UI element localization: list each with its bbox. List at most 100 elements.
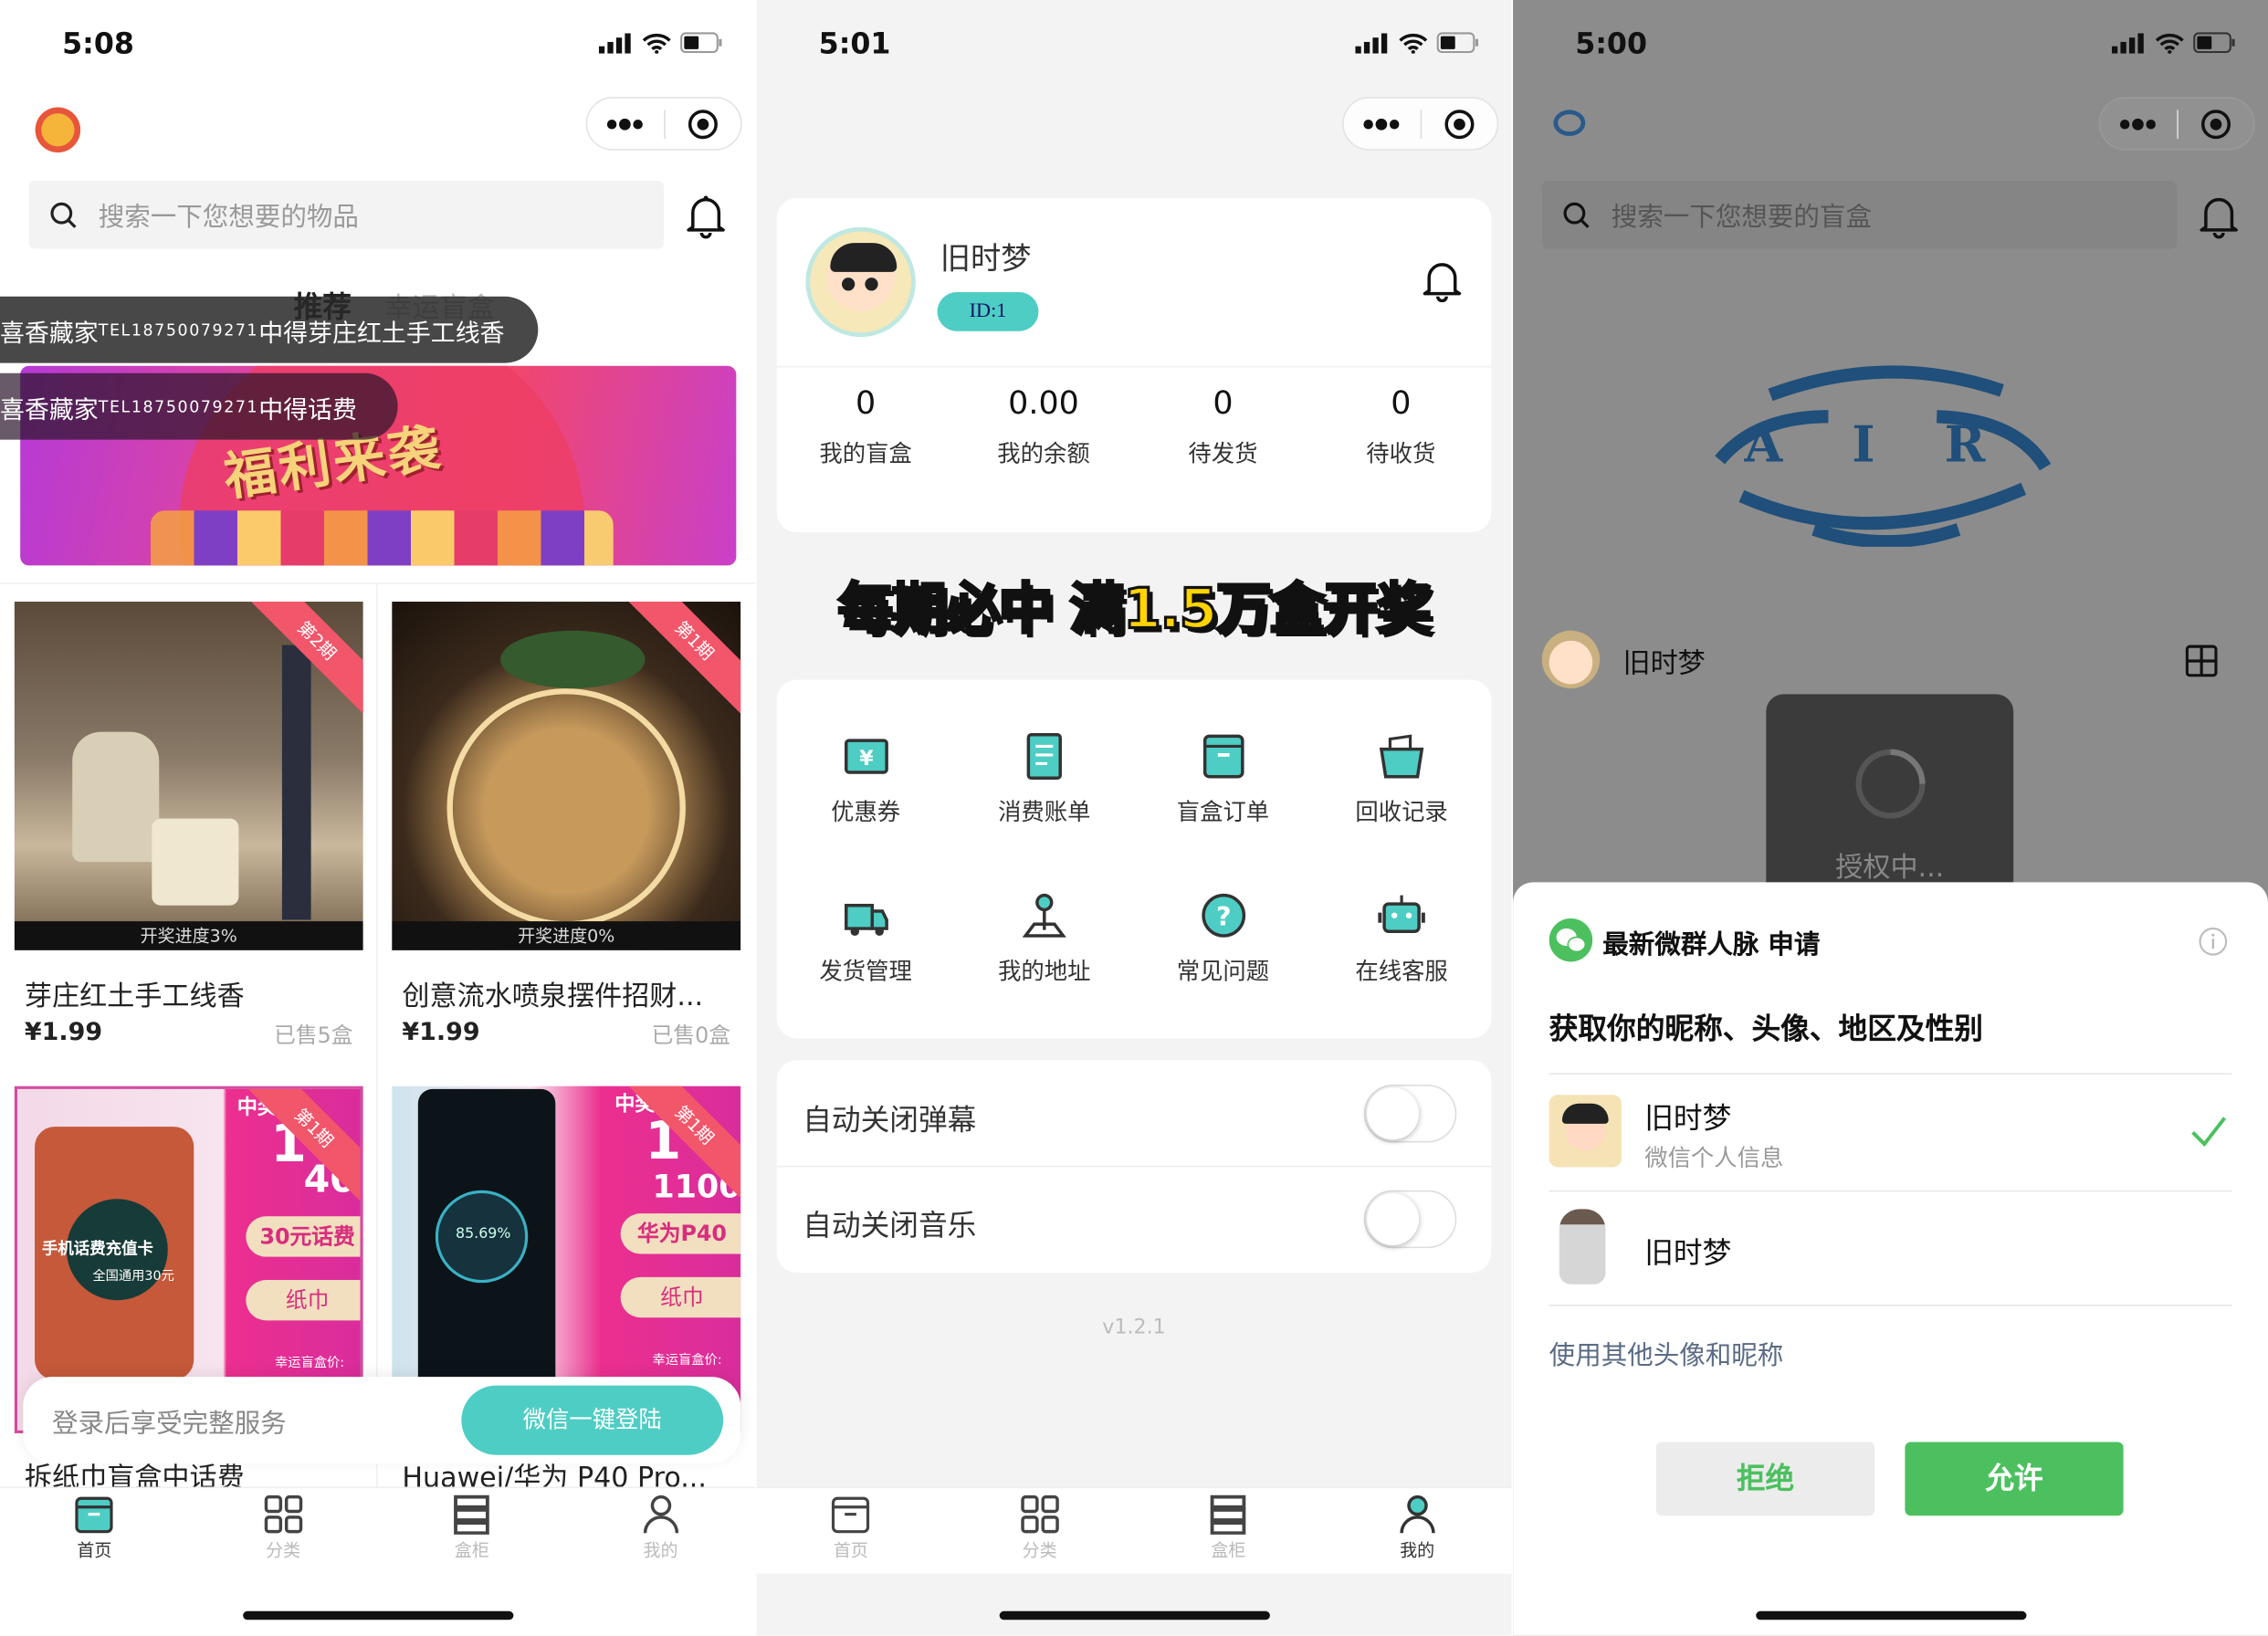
product-card[interactable]: 第2期 开奖进度3% 芽庄红土手工线香 ¥1.99 已售5盒	[14, 602, 363, 1064]
recycle-basket-icon	[1379, 734, 1424, 779]
search-placeholder: 搜索一下您想要的盲盒	[1611, 201, 1872, 233]
mini-program-capsule	[2098, 97, 2255, 151]
cabinet-icon	[1211, 1494, 1246, 1535]
profile-screen: 5:01 旧时梦 ID:1 0 我的盲盒 0.00 我的余额 0 待发货 0 待收货 每…	[756, 0, 1512, 1636]
more-icon[interactable]	[2100, 118, 2176, 130]
box-order-icon	[1202, 734, 1244, 779]
reject-button[interactable]: 拒绝	[1655, 1442, 1875, 1516]
menu-item-robot[interactable]: 在线客服	[1313, 891, 1491, 987]
option-name: 旧时梦	[1644, 1234, 1732, 1270]
robot-icon	[1378, 895, 1425, 933]
draw-progress: 开奖进度3%	[14, 921, 363, 950]
status-time: 5:08	[62, 26, 134, 61]
mini-program-capsule	[1342, 97, 1499, 151]
menu-item-coupon[interactable]: ¥ 优惠券	[777, 732, 955, 828]
battery-icon	[680, 32, 722, 54]
allow-button[interactable]: 允许	[1905, 1442, 2124, 1516]
stat-to-receive[interactable]: 0 待收货	[1312, 386, 1490, 468]
info-icon[interactable]	[2199, 927, 2228, 956]
menu-item-label: 常见问题	[1176, 957, 1270, 985]
version-label: v1.2.1	[1102, 1316, 1166, 1339]
user-avatar	[1541, 630, 1601, 689]
more-icon[interactable]	[1344, 118, 1420, 130]
profile-option-alt[interactable]: 旧时梦	[1513, 1191, 2268, 1305]
product-price: ¥1.99	[24, 1018, 103, 1047]
product-title: 创意流水喷泉摆件招财...	[402, 981, 704, 1012]
login-prompt: 登录后享受完整服务	[52, 1409, 287, 1440]
danmaku-toggle[interactable]	[1363, 1085, 1457, 1143]
menu-item-box-order[interactable]: 盲盒订单	[1134, 732, 1312, 828]
close-miniprogram-icon[interactable]	[1421, 108, 1496, 140]
close-miniprogram-icon[interactable]	[2178, 108, 2253, 140]
danmaku-2: 喜香藏家 TEL18750079271 中得话费	[0, 372, 398, 440]
menu-item-label: 盲盒订单	[1176, 798, 1270, 826]
music-toggle[interactable]	[1363, 1190, 1457, 1249]
avatar[interactable]	[805, 226, 916, 338]
tab-home[interactable]: 首页	[0, 1488, 189, 1573]
stat-balance[interactable]: 0.00 我的余额	[955, 386, 1133, 468]
bell-icon[interactable]	[684, 193, 728, 239]
user-icon	[1399, 1494, 1435, 1534]
menu-item-truck[interactable]: 发货管理	[777, 891, 955, 987]
product-sold: 已售0盒	[651, 1022, 731, 1049]
grid-icon[interactable]	[2185, 645, 2218, 677]
tab-mine[interactable]: 我的	[1323, 1488, 1512, 1573]
tab-category[interactable]: 分类	[945, 1488, 1134, 1573]
search-input[interactable]: 搜索一下您想要的盲盒	[1541, 181, 2178, 249]
status-icons	[1355, 32, 1479, 54]
search-icon	[50, 201, 77, 228]
app-logo	[28, 100, 88, 153]
user-name: 旧时梦	[1622, 647, 1706, 680]
tab-cabinet[interactable]: 盒柜	[377, 1488, 566, 1573]
status-icons	[2111, 32, 2236, 54]
coupon-icon: ¥	[844, 739, 888, 774]
tab-category[interactable]: 分类	[189, 1488, 378, 1573]
loading-toast: 授权中...	[1766, 694, 2014, 912]
setting-danmaku-label: 自动关闭弹幕	[803, 1102, 977, 1138]
app-name: 最新微群人脉 申请	[1602, 929, 1821, 960]
mini-program-capsule	[585, 97, 742, 151]
svg-text:¥: ¥	[858, 747, 873, 771]
wifi-icon	[2155, 33, 2184, 53]
setting-music-label: 自动关闭音乐	[803, 1207, 977, 1243]
menu-item-bill[interactable]: 消费账单	[955, 732, 1133, 828]
stat-to-ship[interactable]: 0 待发货	[1134, 386, 1312, 468]
settings-card: 自动关闭弹幕 自动关闭音乐	[776, 1060, 1492, 1274]
product-image: 第1期 开奖进度0%	[392, 602, 741, 950]
bell-icon[interactable]	[2197, 193, 2241, 239]
tab-cabinet[interactable]: 盒柜	[1134, 1488, 1323, 1573]
wechat-icon	[1549, 918, 1593, 962]
option-name: 旧时梦	[1644, 1100, 1732, 1136]
use-other-profile-link[interactable]: 使用其他头像和昵称	[1549, 1335, 1784, 1372]
permission-request: 获取你的昵称、头像、地区及性别	[1549, 1011, 1983, 1046]
menu-item-question[interactable]: ? 常见问题	[1134, 891, 1312, 987]
signal-icon	[1355, 32, 1388, 53]
profile-option-wechat[interactable]: 旧时梦 微信个人信息	[1513, 1075, 2268, 1190]
signal-icon	[2111, 32, 2144, 53]
truck-icon	[844, 903, 888, 936]
signal-icon	[598, 32, 631, 53]
search-placeholder: 搜索一下您想要的物品	[98, 201, 359, 233]
menu-item-location-pin[interactable]: 我的地址	[955, 891, 1133, 987]
close-miniprogram-icon[interactable]	[665, 108, 740, 140]
status-time: 5:01	[818, 26, 891, 61]
bill-icon	[1026, 733, 1062, 781]
more-icon[interactable]	[587, 118, 663, 130]
wifi-icon	[1399, 33, 1428, 53]
menu-item-recycle-basket[interactable]: 回收记录	[1313, 732, 1491, 828]
tab-mine[interactable]: 我的	[566, 1488, 755, 1573]
search-input[interactable]: 搜索一下您想要的物品	[28, 181, 665, 249]
stat-my-boxes[interactable]: 0 我的盲盒	[777, 386, 955, 468]
product-sold: 已售5盒	[274, 1022, 353, 1049]
bell-icon[interactable]	[1422, 259, 1462, 303]
status-icons	[598, 32, 723, 54]
spinner-icon	[1855, 749, 1926, 819]
air-logo: AIR	[1713, 359, 2053, 547]
battery-icon	[1436, 32, 1479, 54]
wechat-login-button[interactable]: 微信一键登陆	[461, 1385, 724, 1455]
home-indicator	[1756, 1610, 2027, 1620]
tab-home[interactable]: 首页	[757, 1488, 946, 1573]
product-card[interactable]: 第1期 开奖进度0% 创意流水喷泉摆件招财... ¥1.99 已售0盒	[392, 602, 741, 1064]
id-badge: ID:1	[937, 292, 1039, 331]
login-bar: 登录后享受完整服务 微信一键登陆	[23, 1377, 741, 1464]
